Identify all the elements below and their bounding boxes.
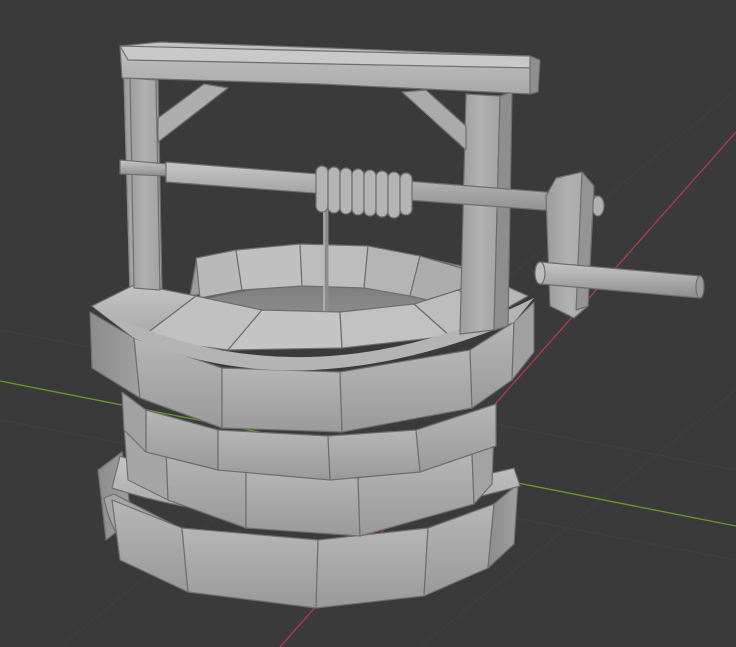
right-brace: [401, 89, 467, 151]
crank-handle[interactable]: [534, 171, 705, 319]
top-beam[interactable]: [119, 41, 541, 95]
stone-well-model[interactable]: [89, 41, 705, 609]
left-brace: [157, 83, 229, 143]
3d-viewport[interactable]: [0, 0, 736, 647]
rope-coil: [315, 165, 413, 219]
viewport-canvas[interactable]: [0, 0, 736, 647]
right-post[interactable]: [459, 91, 513, 335]
